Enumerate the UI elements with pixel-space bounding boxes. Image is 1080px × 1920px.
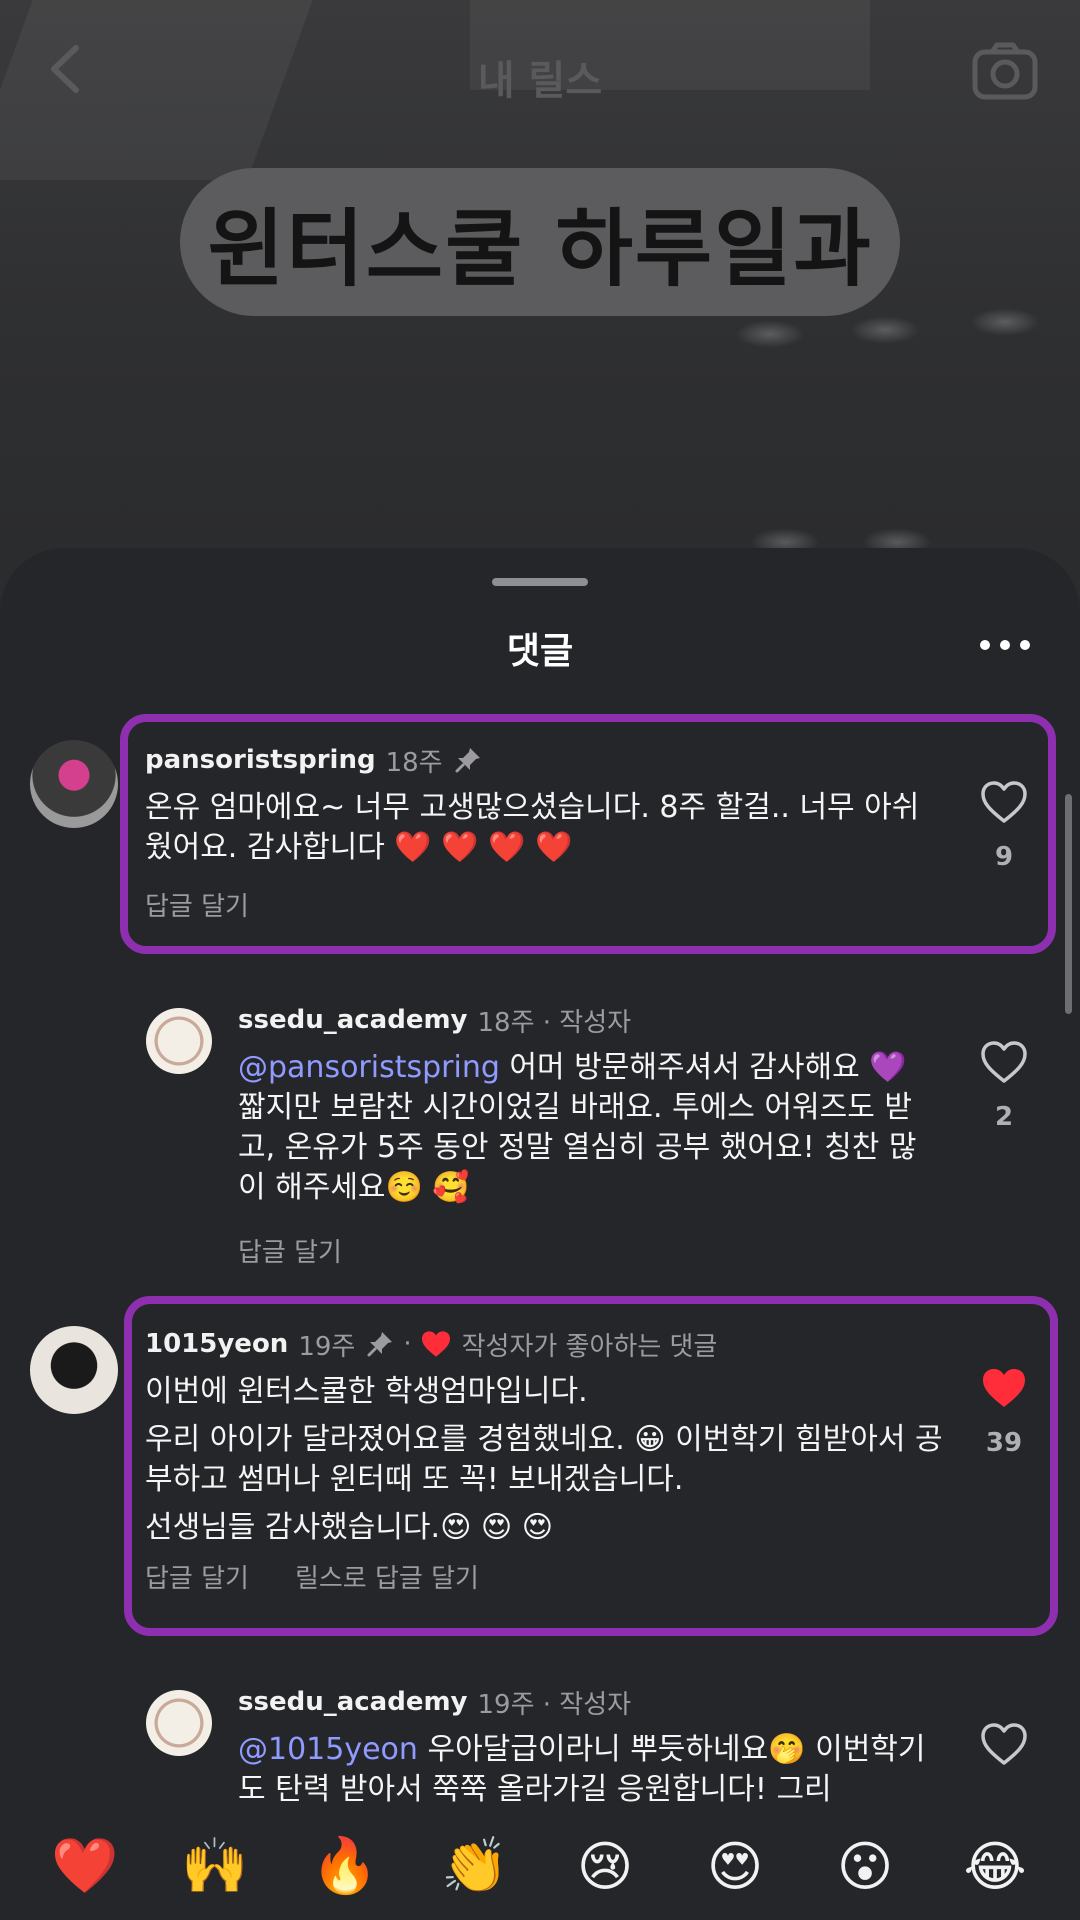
separator: · [403, 1329, 412, 1359]
avatar[interactable] [146, 1690, 212, 1756]
comment-time: 18주 [385, 747, 443, 778]
comment-item: pansoristspring 18주 온유 엄마에요~ 너무 고생많으셨습니다… [0, 714, 1080, 954]
comments-sheet: 댓글 pansoristspring 18주 온유 엄마에요~ 너무 고생많으셨… [0, 548, 1080, 1920]
comment-line: 온유 엄마에요~ 너무 고생많으셨습니다. 8주 할걸.. 너무 아쉬웠어요. … [145, 790, 920, 865]
ceiling-light [970, 308, 1040, 336]
like-control: 2 [974, 1040, 1034, 1132]
sheet-grabber[interactable] [492, 578, 588, 586]
heart-outline-icon[interactable] [980, 780, 1028, 824]
comment-body: ssedu_academy 19주 · 작성자 @1015yeon 우아달급이라… [238, 1684, 938, 1810]
comment-time: 19주 [298, 1331, 356, 1362]
ceiling-light [850, 316, 920, 344]
comment-body: pansoristspring 18주 온유 엄마에요~ 너무 고생많으셨습니다… [145, 742, 945, 923]
top-bar: 내 릴스 [0, 30, 1080, 110]
ceiling-light [735, 320, 805, 348]
comment-time: 18주 · 작성자 [477, 1007, 632, 1038]
reaction-heart-eyes-emoji[interactable]: 😍 [695, 1835, 775, 1898]
like-count: 39 [985, 1428, 1023, 1458]
emoji-reaction-bar: ❤️ 🙌 🔥 👏 😢 😍 😮 😂 [0, 1812, 1080, 1920]
like-count: 2 [994, 1102, 1014, 1132]
comment-line: 이번에 윈터스쿨한 학생엄마입니다. [145, 1374, 588, 1409]
comment-actions: 답글 달기 [145, 886, 945, 923]
comment-text: @pansoristspring 어머 방문해주셔서 감사해요 💜 짧지만 보람… [238, 1048, 938, 1208]
comment-header: ssedu_academy 19주 · 작성자 [238, 1684, 938, 1720]
dot-icon [980, 640, 990, 650]
comment-item: 1015yeon 19주 · 작성자가 좋아하는 댓글 이번에 윈터스쿨한 학생… [0, 1296, 1080, 1636]
reaction-crying-emoji[interactable]: 😢 [565, 1835, 645, 1898]
comment-line: 선생님들 감사했습니다.😍 😍 😍 [145, 1510, 553, 1545]
mention-link[interactable]: @1015yeon [238, 1732, 418, 1767]
reaction-laughing-emoji[interactable]: 😂 [955, 1835, 1035, 1898]
comment-text: 이번에 윈터스쿨한 학생엄마입니다. 우리 아이가 달라졌어요를 경험했네요. … [145, 1372, 945, 1548]
like-control: 39 [974, 1366, 1034, 1458]
comment-header: pansoristspring 18주 [145, 742, 945, 778]
dot-icon [1000, 640, 1010, 650]
page-title: 내 릴스 [477, 58, 603, 104]
avatar[interactable] [30, 1326, 118, 1414]
comment-line: 우리 아이가 달라졌어요를 경험했네요. 😀 이번학기 힘받아서 공부하고 썸머… [145, 1422, 943, 1497]
reply-button[interactable]: 답글 달기 [145, 1558, 249, 1595]
comment-time: 19주 · 작성자 [477, 1689, 632, 1720]
username[interactable]: ssedu_academy [238, 1005, 468, 1035]
like-control [974, 1722, 1034, 1770]
pin-icon [367, 1332, 393, 1357]
like-count: 9 [994, 842, 1014, 872]
more-options-button[interactable] [980, 630, 1030, 660]
reaction-surprised-emoji[interactable]: 😮 [825, 1835, 905, 1898]
username[interactable]: ssedu_academy [238, 1687, 468, 1717]
sheet-title: 댓글 [506, 631, 574, 672]
comment-header: 1015yeon 19주 · 작성자가 좋아하는 댓글 [145, 1326, 945, 1362]
reaction-raised-hands-emoji[interactable]: 🙌 [175, 1834, 255, 1898]
pin-icon [455, 748, 480, 773]
author-liked-label: 작성자가 좋아하는 댓글 [461, 1331, 718, 1362]
camera-button[interactable] [972, 40, 1038, 102]
comment-text: 온유 엄마에요~ 너무 고생많으셨습니다. 8주 할걸.. 너무 아쉬웠어요. … [145, 788, 945, 868]
comment-body: ssedu_academy 18주 · 작성자 @pansoristspring… [238, 1002, 938, 1269]
like-control: 9 [974, 780, 1034, 872]
comment-actions: 답글 달기 [238, 1232, 938, 1269]
heart-filled-icon[interactable] [980, 1366, 1028, 1410]
dot-icon [1020, 640, 1030, 650]
reply-item: ssedu_academy 19주 · 작성자 @1015yeon 우아달급이라… [0, 1670, 1080, 1810]
comment-body: 1015yeon 19주 · 작성자가 좋아하는 댓글 이번에 윈터스쿨한 학생… [145, 1326, 945, 1595]
reply-button[interactable]: 답글 달기 [145, 886, 249, 923]
reply-button[interactable]: 답글 달기 [238, 1232, 342, 1269]
reaction-fire-emoji[interactable]: 🔥 [305, 1834, 385, 1898]
mention-link[interactable]: @pansoristspring [238, 1050, 500, 1085]
reaction-clapping-emoji[interactable]: 👏 [435, 1834, 515, 1898]
camera-icon [972, 42, 1038, 100]
avatar[interactable] [30, 740, 118, 828]
comment-header: ssedu_academy 18주 · 작성자 [238, 1002, 938, 1038]
avatar[interactable] [146, 1008, 212, 1074]
reaction-heart-emoji[interactable]: ❤️ [45, 1834, 125, 1898]
comment-actions: 답글 달기 릴스로 답글 달기 [145, 1558, 945, 1595]
username[interactable]: 1015yeon [145, 1329, 288, 1359]
heart-outline-icon[interactable] [980, 1722, 1028, 1766]
heart-filled-icon [421, 1331, 450, 1357]
username[interactable]: pansoristspring [145, 745, 376, 775]
reel-reply-button[interactable]: 릴스로 답글 달기 [295, 1558, 479, 1595]
comment-text: @1015yeon 우아달급이라니 뿌듯하네요🤭 이번학기도 탄력 받아서 쭉쭉… [238, 1730, 938, 1810]
reel-caption: 윈터스쿨 하루일과 [180, 168, 900, 316]
reply-item: ssedu_academy 18주 · 작성자 @pansoristspring… [0, 988, 1080, 1288]
heart-outline-icon[interactable] [980, 1040, 1028, 1084]
